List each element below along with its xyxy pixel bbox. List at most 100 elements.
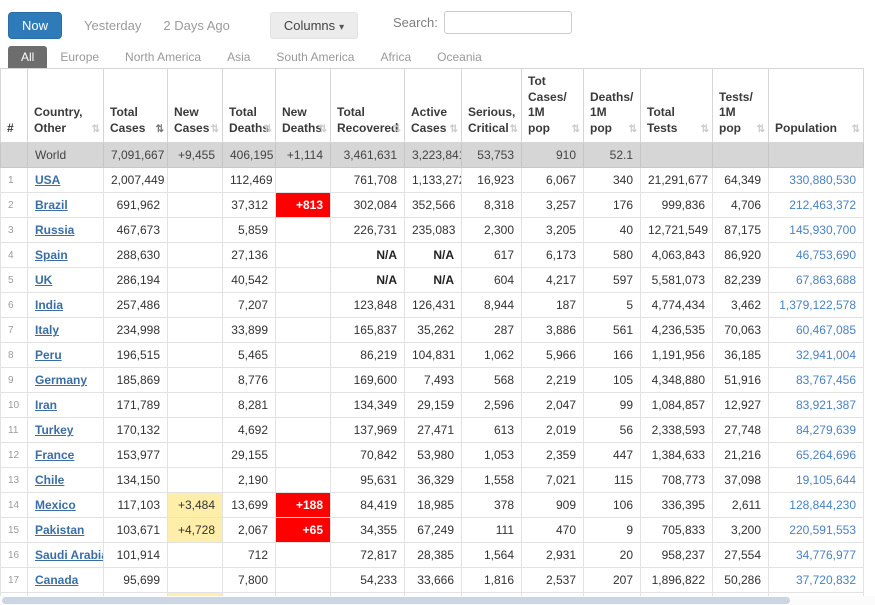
- row-index: 16: [0, 542, 28, 569]
- tests-per-1m-cell: 27,554: [712, 542, 769, 569]
- active-cases-cell: 29,159: [404, 392, 462, 419]
- yesterday-button[interactable]: Yesterday: [84, 18, 141, 33]
- active-cases-cell: 27,471: [404, 417, 462, 444]
- country-cell: Chile: [27, 467, 104, 494]
- new-cases-cell: [167, 292, 223, 319]
- country-link[interactable]: France: [35, 448, 74, 462]
- new-deaths-cell: [275, 317, 331, 344]
- tests-per-1m-cell: 70,063: [712, 317, 769, 344]
- horizontal-scrollbar-thumb[interactable]: [2, 597, 790, 604]
- country-link[interactable]: Mexico: [35, 498, 76, 512]
- now-button[interactable]: Now: [8, 12, 63, 39]
- col-header-total-deaths[interactable]: Total Deaths ⇅: [222, 67, 276, 144]
- sort-icon[interactable]: ⇅: [211, 123, 219, 136]
- sort-icon[interactable]: ⇅: [852, 123, 860, 136]
- columns-dropdown-button[interactable]: Columns ▾: [269, 12, 359, 39]
- country-link[interactable]: Germany: [35, 373, 87, 387]
- total-cases-cell: 95,699: [103, 567, 168, 594]
- new-deaths-cell: [275, 167, 331, 194]
- new-cases-cell: [167, 567, 223, 594]
- col-header-total-tests[interactable]: Total Tests ⇅: [640, 67, 713, 144]
- row-index: 7: [0, 317, 28, 344]
- total-cases-cell: 196,515: [103, 342, 168, 369]
- sort-icon[interactable]: ⇅: [92, 123, 100, 136]
- sort-icon[interactable]: ⇅: [510, 123, 518, 136]
- country-link[interactable]: Spain: [35, 248, 68, 262]
- total-deaths-cell: 13,699: [222, 492, 276, 519]
- col-header-index[interactable]: #: [0, 67, 28, 144]
- sort-icon[interactable]: ⇅: [572, 123, 580, 136]
- col-header-active-cases[interactable]: Active Cases ⇅: [404, 67, 462, 144]
- table-row: 12 France 153,977 29,155 70,842 53,980 1,053 2,…: [0, 442, 864, 469]
- total-tests-cell: 4,774,434: [640, 292, 713, 319]
- new-deaths-cell: [275, 467, 331, 494]
- country-link[interactable]: Canada: [35, 573, 78, 587]
- sort-icon[interactable]: ⇅: [450, 123, 458, 136]
- active-cases-cell: 1,133,272: [404, 167, 462, 194]
- deaths-per-1m-cell: 52.1: [583, 142, 641, 169]
- sort-icon[interactable]: ⇅: [319, 123, 327, 136]
- total-recovered-cell: N/A: [330, 267, 405, 294]
- col-header-country[interactable]: Country, Other ⇅: [27, 67, 104, 144]
- tab-asia[interactable]: Asia: [214, 46, 263, 68]
- country-link[interactable]: Iran: [35, 398, 57, 412]
- two-days-ago-button[interactable]: 2 Days Ago: [163, 18, 230, 33]
- cases-per-1m-cell: 2,537: [521, 567, 584, 594]
- sort-icon[interactable]: ⇅: [701, 123, 709, 136]
- table-row: 8 Peru 196,515 5,465 86,219 104,831 1,062 5,966…: [0, 342, 864, 369]
- row-index: 1: [0, 167, 28, 194]
- population-cell: 46,753,690: [768, 242, 864, 269]
- active-cases-cell: N/A: [404, 267, 462, 294]
- col-header-new-cases[interactable]: New Cases ⇅: [167, 67, 223, 144]
- country-link[interactable]: India: [35, 298, 63, 312]
- serious-critical-cell: 111: [461, 517, 522, 544]
- sort-icon[interactable]: ⇅: [264, 123, 272, 136]
- col-header-population[interactable]: Population ⇅: [768, 67, 864, 144]
- sort-icon[interactable]: ⇅: [629, 123, 637, 136]
- total-deaths-cell: 2,190: [222, 467, 276, 494]
- col-header-deaths-per-1m[interactable]: Deaths/1M pop ⇅: [583, 67, 641, 144]
- tab-north-america[interactable]: North America: [112, 46, 214, 68]
- country-link[interactable]: Russia: [35, 223, 74, 237]
- country-link[interactable]: Italy: [35, 323, 59, 337]
- tab-europe[interactable]: Europe: [47, 46, 112, 68]
- country-link[interactable]: Saudi Arabia: [35, 548, 103, 562]
- new-cases-cell: [167, 467, 223, 494]
- total-deaths-cell: 7,207: [222, 292, 276, 319]
- row-index: 15: [0, 517, 28, 544]
- cases-per-1m-cell: 3,257: [521, 192, 584, 219]
- sort-icon[interactable]: ⇅: [393, 123, 401, 136]
- deaths-per-1m-cell: 105: [583, 367, 641, 394]
- country-link[interactable]: Pakistan: [35, 523, 84, 537]
- col-header-total-cases[interactable]: Total Cases ⇅: [103, 67, 168, 144]
- deaths-per-1m-cell: 561: [583, 317, 641, 344]
- col-header-cases-per-1m[interactable]: Tot Cases/1M pop ⇅: [521, 67, 584, 144]
- active-cases-cell: 7,493: [404, 367, 462, 394]
- total-cases-cell: 234,998: [103, 317, 168, 344]
- country-link[interactable]: USA: [35, 173, 60, 187]
- tab-oceania[interactable]: Oceania: [424, 46, 495, 68]
- row-index: [0, 142, 28, 169]
- col-header-tests-per-1m[interactable]: Tests/1M pop ⇅: [712, 67, 769, 144]
- row-index: 11: [0, 417, 28, 444]
- serious-critical-cell: 604: [461, 267, 522, 294]
- search-input[interactable]: [443, 11, 572, 34]
- tab-all[interactable]: All: [8, 46, 48, 68]
- population-cell: 32,941,004: [768, 342, 864, 369]
- tab-south-america[interactable]: South America: [263, 46, 367, 68]
- tests-per-1m-cell: 82,239: [712, 267, 769, 294]
- total-recovered-cell: 84,419: [330, 492, 405, 519]
- tab-africa[interactable]: Africa: [367, 46, 424, 68]
- country-link[interactable]: Peru: [35, 348, 62, 362]
- col-header-total-recovered[interactable]: Total Recovered ⇅: [330, 67, 405, 144]
- total-recovered-cell: 169,600: [330, 367, 405, 394]
- country-link[interactable]: Chile: [35, 473, 64, 487]
- active-cases-cell: 36,329: [404, 467, 462, 494]
- col-header-new-deaths[interactable]: New Deaths ⇅: [275, 67, 331, 144]
- country-link[interactable]: UK: [35, 273, 52, 287]
- country-link[interactable]: Turkey: [35, 423, 73, 437]
- col-header-serious-critical[interactable]: Serious, Critical ⇅: [461, 67, 522, 144]
- sort-icon[interactable]: ⇅: [156, 123, 164, 136]
- country-link[interactable]: Brazil: [35, 198, 68, 212]
- sort-icon[interactable]: ⇅: [757, 123, 765, 136]
